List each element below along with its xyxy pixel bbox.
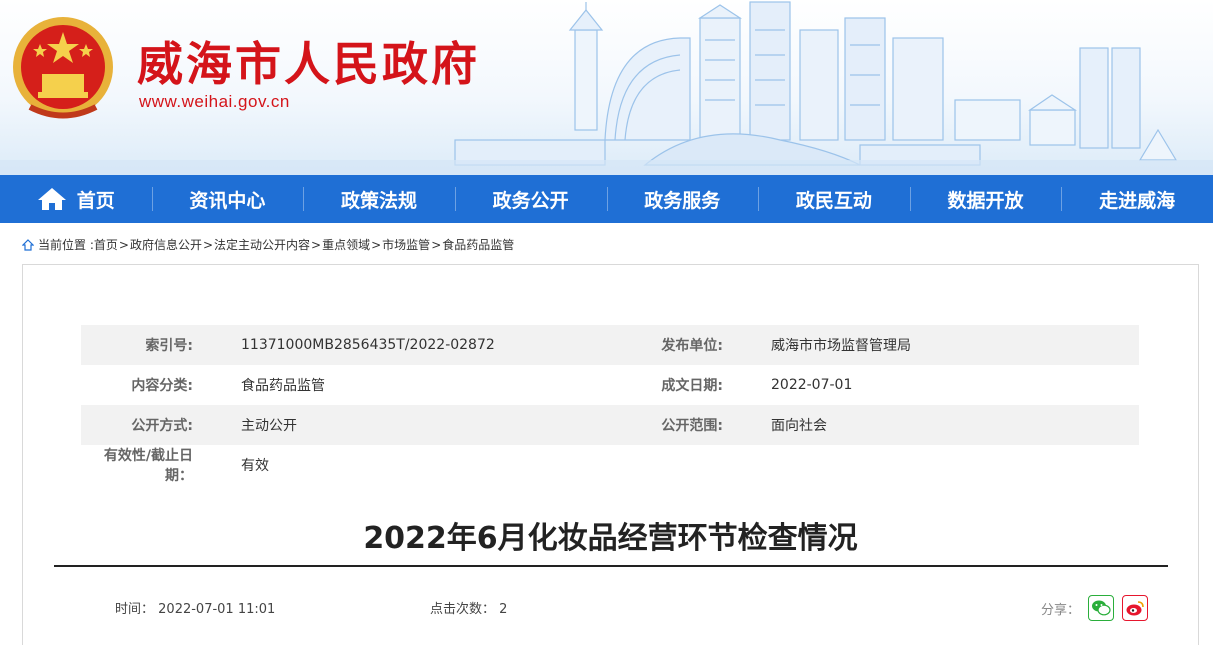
wechat-icon [1092,600,1111,616]
breadcrumb-separator: > [431,237,442,252]
click-count-label: 点击次数： [430,602,496,617]
breadcrumb-item-home[interactable]: 首页 [94,236,118,253]
nav-item-label: 走进威海 [1099,189,1176,212]
content-panel: 索引号: 11371000MB2856435T/2022-02872 发布单位:… [22,264,1199,645]
site-title: 威海市人民政府 [137,37,480,91]
national-emblem-logo [13,17,113,119]
nav-item-news-center[interactable]: 资讯中心 [151,175,304,223]
breadcrumb-item[interactable]: 重点领域 [322,236,370,253]
nav-item-gov-disclosure[interactable]: 政务公开 [454,175,607,223]
share-bar: 分享： [1041,595,1149,621]
click-count-value: 2 [499,602,508,617]
publisher-value: 威海市市场监督管理局 [771,338,911,354]
nav-item-label: 政务服务 [644,189,721,212]
location-icon [22,238,34,251]
breadcrumb-separator: > [202,237,214,252]
main-navigation: 首页 资讯中心 政策法规 政务公开 政务服务 政民互动 数据开放 走进威海 [0,175,1213,223]
publish-time-label: 时间： [115,602,155,617]
disclosure-method-label: 公开方式: [131,418,193,434]
breadcrumb-item[interactable]: 政府信息公开 [130,236,202,253]
nav-item-label: 政务公开 [492,189,569,212]
document-date-label: 成文日期: [661,378,723,394]
nav-item-interaction[interactable]: 政民互动 [758,175,910,223]
metadata-row: 有效性/截止日期： 有效 [81,445,1139,485]
breadcrumb-separator: > [311,237,322,252]
nav-item-label: 资讯中心 [189,189,266,212]
publish-time: 时间： 2022-07-01 11:01 [115,598,275,617]
index-number-label: 索引号: [145,338,193,354]
metadata-row: 索引号: 11371000MB2856435T/2022-02872 发布单位:… [81,325,1139,365]
title-divider [54,565,1168,567]
breadcrumb-separator: > [118,237,129,252]
publisher-label: 发布单位: [661,338,723,354]
nav-item-label: 首页 [76,189,115,212]
nav-item-label: 政民互动 [795,189,872,212]
document-metadata-table: 索引号: 11371000MB2856435T/2022-02872 发布单位:… [81,325,1139,485]
header-banner: 威海市人民政府 www.weihai.gov.cn [0,0,1213,175]
site-url[interactable]: www.weihai.gov.cn [139,92,290,112]
article-title: 2022年6月化妆品经营环节检查情况 [363,521,858,556]
disclosure-scope-value: 面向社会 [771,418,827,434]
nav-item-about-weihai[interactable]: 走进威海 [1061,175,1213,223]
breadcrumb-item-current[interactable]: 食品药品监管 [442,236,514,253]
weibo-share-button[interactable] [1122,595,1149,621]
breadcrumb-item[interactable]: 市场监管 [382,236,430,253]
breadcrumb-item[interactable]: 法定主动公开内容 [214,236,310,253]
nav-item-home[interactable]: 首页 [0,175,152,223]
breadcrumb-prefix: 当前位置 : [38,238,94,252]
nav-item-policies[interactable]: 政策法规 [303,175,455,223]
disclosure-method-value: 主动公开 [241,418,297,434]
nav-item-open-data[interactable]: 数据开放 [909,175,1062,223]
metadata-row: 内容分类: 食品药品监管 成文日期: 2022-07-01 [81,365,1139,405]
wechat-share-button[interactable] [1088,595,1115,621]
validity-label: 有效性/截止日期： [103,448,193,484]
validity-value: 有效 [241,458,269,474]
category-value: 食品药品监管 [241,378,325,394]
breadcrumb: 当前位置 : 首页 > 政府信息公开 > 法定主动公开内容 > 重点领域 > 市… [22,236,514,253]
nav-item-label: 数据开放 [947,189,1024,212]
click-count: 点击次数： 2 [430,598,507,617]
breadcrumb-separator: > [371,237,382,252]
publish-time-value: 2022-07-01 11:01 [158,602,276,617]
disclosure-scope-label: 公开范围: [661,418,723,434]
weibo-icon [1126,601,1144,616]
share-label: 分享： [1041,602,1081,618]
metadata-row: 公开方式: 主动公开 公开范围: 面向社会 [81,405,1139,445]
home-icon [37,188,66,210]
document-date-value: 2022-07-01 [771,377,853,393]
index-number-value: 11371000MB2856435T/2022-02872 [241,337,495,353]
category-label: 内容分类: [131,378,193,394]
nav-item-gov-services[interactable]: 政务服务 [606,175,759,223]
nav-item-label: 政策法规 [341,189,418,212]
